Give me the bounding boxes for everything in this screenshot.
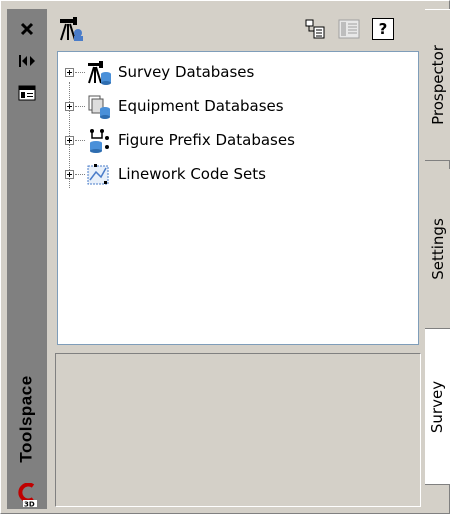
properties-button[interactable] xyxy=(11,79,43,107)
expand-icon[interactable] xyxy=(65,170,74,179)
toolspace-palette: Toolspace 3D ? Survey Databases Equipmen… xyxy=(0,0,450,514)
linework-code-set-icon xyxy=(86,162,112,188)
civil-3d-logo-icon: 3D xyxy=(17,482,39,509)
figure-prefix-database-icon xyxy=(86,128,112,154)
auto-hide-icon xyxy=(19,55,35,67)
close-button[interactable] xyxy=(11,15,43,43)
auto-hide-button[interactable] xyxy=(11,47,43,75)
display-mode-button[interactable] xyxy=(301,15,329,43)
tab-label: Settings xyxy=(428,217,447,280)
tree-item-linework-code-sets[interactable]: Linework Code Sets xyxy=(58,161,418,191)
help-button[interactable]: ? xyxy=(369,15,397,43)
palette-content: ? Survey Databases Equipment Databases F… xyxy=(51,9,427,509)
tab-prospector[interactable]: Prospector xyxy=(425,9,450,161)
close-icon xyxy=(20,22,34,36)
expand-icon[interactable] xyxy=(65,68,74,77)
help-icon: ? xyxy=(372,18,394,40)
tab-survey[interactable]: Survey xyxy=(425,329,450,485)
tab-label: Prospector xyxy=(428,45,447,125)
tree-item-survey-databases[interactable]: Survey Databases xyxy=(58,59,418,89)
palette-title-text: Toolspace xyxy=(17,375,37,463)
survey-database-icon xyxy=(86,60,112,86)
palette-title: Toolspace xyxy=(7,359,47,479)
list-view-icon xyxy=(305,19,325,39)
item-detail-pane xyxy=(55,353,421,507)
tree-item-label: Linework Code Sets xyxy=(118,165,266,183)
palette-tabs: Prospector Settings Survey xyxy=(425,9,450,509)
tab-label: Survey xyxy=(428,380,447,433)
item-view-button[interactable] xyxy=(335,15,363,43)
tree-item-label: Figure Prefix Databases xyxy=(118,131,295,149)
expand-icon[interactable] xyxy=(65,136,74,145)
tree-item-figure-prefix-databases[interactable]: Figure Prefix Databases xyxy=(58,127,418,157)
svg-text:3D: 3D xyxy=(24,501,35,508)
properties-icon xyxy=(18,85,36,101)
tree-view[interactable]: Survey Databases Equipment Databases Fig… xyxy=(57,51,419,345)
palette-titlebar: Toolspace 3D xyxy=(7,9,47,509)
expand-icon[interactable] xyxy=(65,102,74,111)
palette-toolbar: ? xyxy=(51,9,427,49)
survey-toolbar-icon xyxy=(57,15,85,43)
equipment-database-icon xyxy=(86,94,112,120)
tree-item-label: Survey Databases xyxy=(118,63,255,81)
tree-item-label: Equipment Databases xyxy=(118,97,284,115)
item-view-icon xyxy=(338,19,360,39)
tab-settings[interactable]: Settings xyxy=(425,169,450,329)
tree-item-equipment-databases[interactable]: Equipment Databases xyxy=(58,93,418,123)
